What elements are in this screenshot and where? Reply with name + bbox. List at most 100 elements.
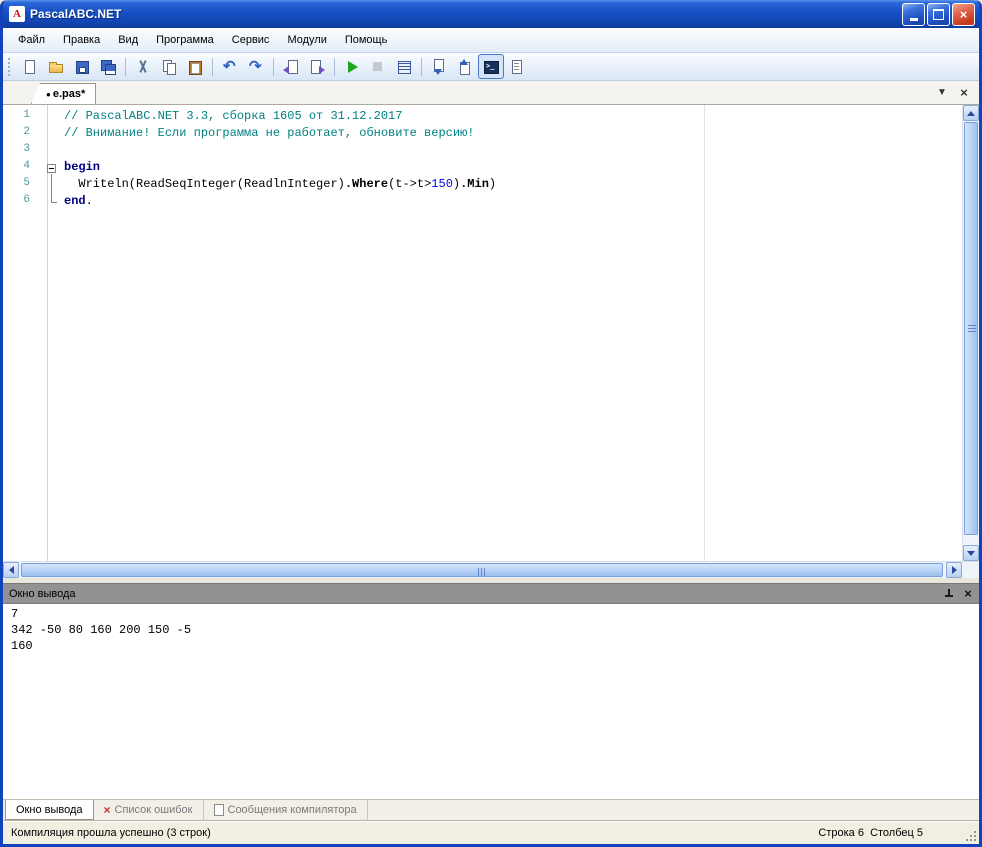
document-tab[interactable]: ● e.pas* xyxy=(31,83,96,104)
new-file-button[interactable] xyxy=(17,54,43,79)
page-icon xyxy=(22,59,38,75)
run-button[interactable] xyxy=(339,54,365,79)
compile-button[interactable] xyxy=(391,54,417,79)
code-text[interactable] xyxy=(60,143,64,160)
page-arrow-right-icon xyxy=(309,59,325,75)
output-close-icon[interactable]: × xyxy=(961,587,975,601)
fold-toggle[interactable] xyxy=(44,160,60,177)
maximize-icon xyxy=(933,9,944,20)
bottom-tab-1[interactable]: × Список ошибок xyxy=(94,800,204,820)
menu-item-2[interactable]: Вид xyxy=(109,31,147,49)
menu-bar: ФайлПравкаВидПрограммаСервисМодулиПомощь xyxy=(3,28,979,53)
bottom-tab-label: Список ошибок xyxy=(115,804,193,816)
horizontal-scrollbar[interactable] xyxy=(3,561,979,578)
scissors-icon xyxy=(135,59,151,75)
undo-arrow-icon xyxy=(222,59,238,75)
editor-line: 5 Writeln(ReadSeqInteger(ReadlnInteger).… xyxy=(3,177,962,194)
line-number: 3 xyxy=(3,143,44,160)
save-button[interactable] xyxy=(69,54,95,79)
open-file-button[interactable] xyxy=(43,54,69,79)
nav-forward-button[interactable] xyxy=(304,54,330,79)
output-line: 160 xyxy=(11,638,979,654)
redo-button[interactable] xyxy=(243,54,269,79)
code-text[interactable]: end. xyxy=(60,194,93,211)
scroll-down-button[interactable] xyxy=(963,545,979,561)
code-text[interactable]: // Внимание! Если программа не работает,… xyxy=(60,126,474,143)
output-panel-header[interactable]: Окно вывода × xyxy=(3,583,979,603)
tab-list-chevron-icon[interactable]: ▼ xyxy=(935,85,949,99)
document-tab-bar: ● e.pas* ▼ × xyxy=(3,81,979,105)
nav-back-button[interactable] xyxy=(278,54,304,79)
show-tasks-window-button[interactable] xyxy=(452,54,478,79)
fold-margin xyxy=(44,194,60,211)
page-arrow-down-icon xyxy=(431,59,447,75)
scroll-left-button[interactable] xyxy=(3,562,19,578)
vertical-scrollbar[interactable] xyxy=(962,105,979,561)
paste-button[interactable] xyxy=(182,54,208,79)
tab-close-icon[interactable]: × xyxy=(957,85,971,99)
menu-item-0[interactable]: Файл xyxy=(9,31,54,49)
bottom-tab-2[interactable]: Сообщения компилятора xyxy=(204,800,368,820)
horizontal-scroll-thumb[interactable] xyxy=(21,563,943,577)
maximize-button[interactable] xyxy=(927,3,950,26)
code-text[interactable]: // PascalABC.NET 3.3, сборка 1605 от 31.… xyxy=(60,109,402,126)
cut-button[interactable] xyxy=(130,54,156,79)
scroll-right-button[interactable] xyxy=(946,562,962,578)
window-title: PascalABC.NET xyxy=(30,7,900,21)
page-lines-icon xyxy=(509,59,525,75)
copy-button[interactable] xyxy=(156,54,182,79)
console-run-toggle-button[interactable] xyxy=(478,54,504,79)
thumb-grip xyxy=(478,568,487,576)
note-icon xyxy=(214,804,224,816)
collapse-minus-icon[interactable] xyxy=(47,164,56,173)
grid-icon xyxy=(396,59,412,75)
toolbar-separator xyxy=(273,58,274,76)
clipboard-icon xyxy=(187,59,203,75)
minimize-button[interactable] xyxy=(902,3,925,26)
folder-icon xyxy=(48,59,64,75)
menu-item-6[interactable]: Помощь xyxy=(336,31,397,49)
format-code-button[interactable] xyxy=(504,54,530,79)
vertical-scroll-thumb[interactable] xyxy=(964,122,978,535)
output-text-area: 7342 -50 80 160 200 150 -5160 xyxy=(3,603,979,799)
undo-button[interactable] xyxy=(217,54,243,79)
arrow-right-icon xyxy=(952,566,957,574)
stop-button xyxy=(365,54,391,79)
code-editor[interactable]: 1 // PascalABC.NET 3.3, сборка 1605 от 31… xyxy=(3,105,979,561)
close-button[interactable]: × xyxy=(952,3,975,26)
line-number: 1 xyxy=(3,109,44,126)
fold-margin xyxy=(44,109,60,126)
play-icon xyxy=(344,59,360,75)
arrow-down-icon xyxy=(967,551,975,556)
resize-grip[interactable] xyxy=(963,828,976,841)
modified-indicator: ● xyxy=(46,90,51,99)
line-number: 6 xyxy=(3,194,44,211)
app-icon: A xyxy=(9,6,25,22)
show-output-window-button[interactable] xyxy=(426,54,452,79)
code-text[interactable]: begin xyxy=(60,160,100,177)
line-number: 4 xyxy=(3,160,44,177)
save-all-button[interactable] xyxy=(95,54,121,79)
title-bar[interactable]: A PascalABC.NET × xyxy=(3,0,979,28)
menu-item-4[interactable]: Сервис xyxy=(223,31,279,49)
scroll-up-button[interactable] xyxy=(963,105,979,121)
document-tab-label: e.pas* xyxy=(53,88,85,100)
toolbar-separator xyxy=(334,58,335,76)
toolbar-separator xyxy=(421,58,422,76)
editor-line: 6 end. xyxy=(3,194,962,211)
scrollbar-corner xyxy=(962,562,979,578)
editor-line: 4 begin xyxy=(3,160,962,177)
menu-item-1[interactable]: Правка xyxy=(54,31,109,49)
toolbar-separator xyxy=(212,58,213,76)
status-message: Компиляция прошла успешно (3 строк) xyxy=(3,827,211,839)
pin-icon[interactable] xyxy=(943,588,955,600)
bottom-tab-0[interactable]: Окно вывода xyxy=(5,800,94,820)
menu-item-5[interactable]: Модули xyxy=(278,31,335,49)
error-x-icon: × xyxy=(104,804,111,816)
console-icon xyxy=(483,59,499,75)
copy-icon xyxy=(161,59,177,75)
menu-item-3[interactable]: Программа xyxy=(147,31,223,49)
caret-position: Строка 6 Столбец 5 xyxy=(818,821,923,844)
editor-line: 1 // PascalABC.NET 3.3, сборка 1605 от 31… xyxy=(3,109,962,126)
code-text[interactable]: Writeln(ReadSeqInteger(ReadlnInteger).Wh… xyxy=(60,177,496,194)
